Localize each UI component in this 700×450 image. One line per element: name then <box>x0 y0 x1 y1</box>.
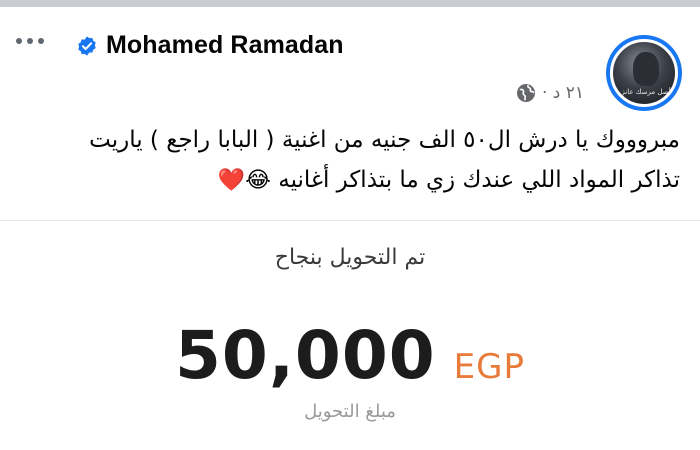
transfer-receipt-image: تم التحويل بنجاح 50,000 EGP مبلغ التحويل <box>0 221 700 450</box>
top-strip <box>0 0 700 7</box>
post-text-line: مبروووك يا درش ال٥٠ الف جنيه من اغنية ( … <box>89 127 680 153</box>
post-meta: ٢١ د · <box>516 83 584 103</box>
verified-badge-icon <box>78 35 96 56</box>
amount-value: 50,000 <box>174 317 436 394</box>
avatar-caption: أصل مرسك عانز <box>621 88 671 96</box>
more-dot <box>38 38 44 44</box>
author-name[interactable]: Mohamed Ramadan <box>106 31 344 60</box>
amount-label: مبلغ التحويل <box>304 401 396 422</box>
post-time[interactable]: ٢١ د · <box>542 83 584 103</box>
globe-icon[interactable] <box>516 83 536 103</box>
avatar[interactable]: أصل مرسك عانز <box>606 35 682 111</box>
amount-currency: EGP <box>453 347 526 387</box>
post-text-line-content: تذاكر المواد اللي عندك زي ما بتذاكر أغان… <box>278 167 680 193</box>
post-header: Mohamed Ramadan أصل مرسك عانز ٢١ د · <box>0 7 700 111</box>
author-row: Mohamed Ramadan <box>76 31 344 60</box>
post-text: مبروووك يا درش ال٥٠ الف جنيه من اغنية ( … <box>20 120 680 201</box>
avatar-figure <box>633 52 659 86</box>
more-dot <box>16 38 22 44</box>
more-dot <box>27 38 33 44</box>
post-text-line: تذاكر المواد اللي عندك زي ما بتذاكر أغان… <box>20 160 680 201</box>
more-options-button[interactable] <box>16 38 44 44</box>
transfer-status-title: تم التحويل بنجاح <box>274 245 426 270</box>
emoji-laugh-heart: 😂❤️ <box>217 168 271 193</box>
avatar-image: أصل مرسك عانز <box>610 39 678 107</box>
amount-row: 50,000 EGP <box>0 317 700 394</box>
